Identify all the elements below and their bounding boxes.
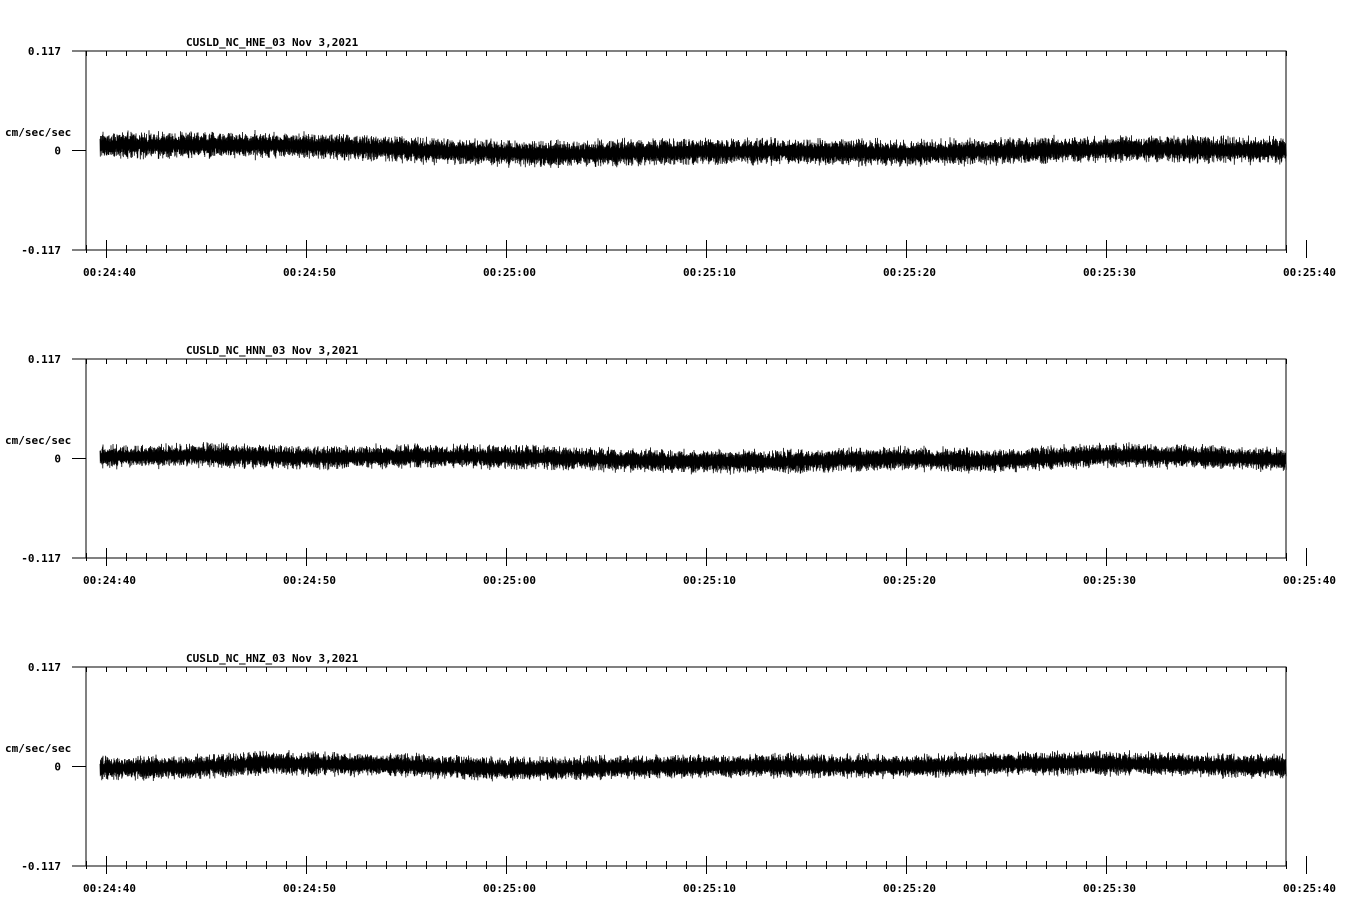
x-tick-label: 00:24:50 [283, 574, 336, 587]
y-tick-label: 0 [54, 145, 61, 158]
x-tick-label: 00:25:10 [683, 266, 736, 279]
x-tick-label: 00:24:50 [283, 266, 336, 279]
y-tick-label: 0.117 [28, 45, 61, 58]
y-tick-label: -0.117 [21, 244, 61, 257]
y-axis-label: cm/sec/sec [5, 742, 71, 755]
y-axis-label: cm/sec/sec [5, 126, 71, 139]
waveform-trace [99, 442, 1287, 475]
x-tick-label: 00:24:40 [83, 574, 136, 587]
seismogram-panel: CUSLD_NC_HNN_03 Nov 3,2021 0.117 0 -0.117 cm… [5, 344, 1336, 587]
panel-title: CUSLD_NC_HNN_03 Nov 3,2021 [186, 344, 359, 357]
x-tick-label: 00:25:30 [1083, 882, 1136, 895]
y-tick-label: 0 [54, 453, 61, 466]
x-tick-label: 00:25:40 [1283, 266, 1336, 279]
y-tick-label: 0.117 [28, 353, 61, 366]
waveform-trace [99, 750, 1287, 782]
x-tick-label: 00:25:20 [883, 266, 936, 279]
x-tick-label: 00:25:40 [1283, 882, 1336, 895]
y-tick-label: 0.117 [28, 661, 61, 674]
x-tick-label: 00:25:00 [483, 266, 536, 279]
x-tick-label: 00:25:20 [883, 574, 936, 587]
x-tick-label: 00:25:20 [883, 882, 936, 895]
x-tick-label: 00:25:00 [483, 574, 536, 587]
y-tick-label: -0.117 [21, 552, 61, 565]
x-tick-label: 00:24:40 [83, 882, 136, 895]
x-tick-label: 00:25:30 [1083, 266, 1136, 279]
x-tick-label: 00:24:40 [83, 266, 136, 279]
y-tick-label: 0 [54, 761, 61, 774]
seismogram-panel: CUSLD_NC_HNZ_03 Nov 3,2021 0.117 0 -0.117 cm… [5, 652, 1336, 895]
x-tick-label: 00:25:40 [1283, 574, 1336, 587]
waveform-trace [99, 129, 1287, 169]
x-tick-label: 00:25:10 [683, 882, 736, 895]
seismogram-panel: CUSLD_NC_HNE_03 Nov 3,2021 0.117 0 -0.117 cm… [5, 36, 1336, 279]
panel-title: CUSLD_NC_HNE_03 Nov 3,2021 [186, 36, 359, 49]
x-tick-label: 00:25:10 [683, 574, 736, 587]
x-tick-label: 00:24:50 [283, 882, 336, 895]
y-tick-label: -0.117 [21, 860, 61, 873]
panel-title: CUSLD_NC_HNZ_03 Nov 3,2021 [186, 652, 359, 665]
x-tick-label: 00:25:30 [1083, 574, 1136, 587]
seismogram-figure: CUSLD_NC_HNE_03 Nov 3,2021 0.117 0 -0.117 cm… [5, 36, 1336, 895]
x-tick-label: 00:25:00 [483, 882, 536, 895]
y-axis-label: cm/sec/sec [5, 434, 71, 447]
